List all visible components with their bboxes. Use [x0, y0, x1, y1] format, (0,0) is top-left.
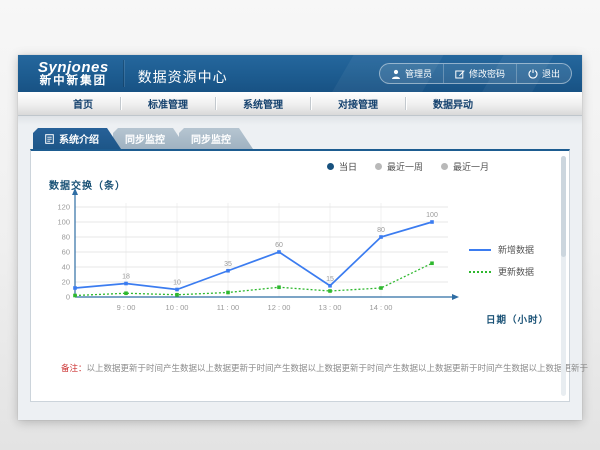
header-decor-stripe	[325, 55, 450, 92]
nav-item-standard-mgmt[interactable]: 标准管理	[121, 92, 215, 115]
svg-text:60: 60	[62, 248, 70, 257]
scrollbar-thumb[interactable]	[561, 156, 566, 257]
radio-dot-icon	[441, 163, 448, 170]
tab-system-intro[interactable]: 系统介绍	[33, 128, 121, 149]
nav-item-home[interactable]: 首页	[46, 92, 120, 115]
nav-item-interface-mgmt[interactable]: 对接管理	[311, 92, 405, 115]
svg-text:100: 100	[57, 218, 70, 227]
svg-text:12 : 00: 12 : 00	[268, 303, 291, 312]
period-option-label: 当日	[339, 160, 357, 173]
chart-legend: 新增数据 更新数据	[469, 243, 553, 287]
nav-item-system-mgmt[interactable]: 系统管理	[216, 92, 310, 115]
solid-line-swatch-icon	[469, 249, 491, 251]
svg-text:60: 60	[275, 242, 283, 249]
legend-item-new-data: 新增数据	[469, 243, 553, 256]
footnote: 备注：以上数据更新于时间产生数据以上数据更新于时间产生数据以上数据更新于时间产生…	[61, 362, 588, 374]
tab-bar: 系统介绍 同步监控 同步监控	[33, 128, 570, 149]
svg-text:0: 0	[66, 293, 70, 302]
svg-text:10: 10	[173, 280, 181, 287]
footnote-text: 以上数据更新于时间产生数据以上数据更新于时间产生数据以上数据更新于时间产生数据以…	[87, 363, 589, 373]
tab-label: 同步监控	[191, 131, 231, 146]
app-window: Synjones 新中新集团 数据资源中心 管理员 修改密码	[18, 55, 582, 420]
dotted-line-swatch-icon	[469, 271, 491, 273]
svg-text:13 : 00: 13 : 00	[319, 303, 342, 312]
app-header: Synjones 新中新集团 数据资源中心 管理员 修改密码	[18, 55, 582, 92]
radio-dot-icon	[375, 163, 382, 170]
period-filter: 当日 最近一周 最近一月	[327, 160, 489, 173]
x-axis-title: 日期（小时）	[486, 312, 549, 326]
main-nav: 首页 标准管理 系统管理 对接管理 数据异动	[18, 92, 582, 116]
tab-sync-monitor-2[interactable]: 同步监控	[179, 128, 253, 149]
content-area: 系统介绍 同步监控 同步监控 当日 最近一周	[18, 116, 582, 420]
tab-sync-monitor-1[interactable]: 同步监控	[113, 128, 187, 149]
legend-label: 更新数据	[498, 265, 534, 278]
svg-text:9 : 00: 9 : 00	[117, 303, 136, 312]
data-exchange-line-chart: 0 20 40 60 80 100 120 9 : 00 10 : 00 11 : 00 12 : …	[41, 185, 481, 333]
svg-text:120: 120	[57, 203, 70, 212]
period-option-last-month[interactable]: 最近一月	[441, 160, 489, 173]
svg-text:18: 18	[122, 274, 130, 281]
radio-dot-icon	[327, 163, 334, 170]
legend-label: 新增数据	[498, 243, 534, 256]
period-option-today[interactable]: 当日	[327, 160, 357, 173]
footnote-prefix: 备注：	[61, 363, 87, 373]
period-option-label: 最近一周	[387, 160, 423, 173]
logo-text-en: Synjones	[38, 60, 109, 76]
document-icon	[45, 134, 54, 144]
chart-area: 0 20 40 60 80 100 120 9 : 00 10 : 00 11 : 00 12 : …	[41, 185, 563, 350]
svg-text:80: 80	[377, 227, 385, 234]
page-background: Synjones 新中新集团 数据资源中心 管理员 修改密码	[0, 0, 600, 450]
edit-icon	[455, 69, 465, 79]
svg-text:80: 80	[62, 233, 70, 242]
svg-text:11 : 00: 11 : 00	[217, 303, 239, 312]
period-option-last-week[interactable]: 最近一周	[375, 160, 423, 173]
period-option-label: 最近一月	[453, 160, 489, 173]
tab-label: 系统介绍	[59, 131, 99, 146]
logo-text-cn: 新中新集团	[38, 75, 109, 87]
svg-text:100: 100	[426, 212, 438, 219]
svg-text:35: 35	[224, 261, 232, 268]
company-logo: Synjones 新中新集团	[38, 60, 124, 88]
svg-text:15: 15	[326, 276, 334, 283]
legend-item-update-data: 更新数据	[469, 265, 553, 278]
svg-text:14 : 00: 14 : 00	[370, 303, 393, 312]
panel-scrollbar[interactable]	[561, 156, 566, 396]
nav-item-data-change[interactable]: 数据异动	[406, 92, 500, 115]
tab-label: 同步监控	[125, 131, 165, 146]
chart-panel: 当日 最近一周 最近一月 数据交换（条） 0204060801001209 : …	[30, 149, 570, 402]
svg-text:10 : 00: 10 : 00	[166, 303, 189, 312]
svg-text:40: 40	[62, 263, 70, 272]
page-title: 数据资源中心	[138, 61, 228, 87]
svg-text:20: 20	[62, 278, 70, 287]
